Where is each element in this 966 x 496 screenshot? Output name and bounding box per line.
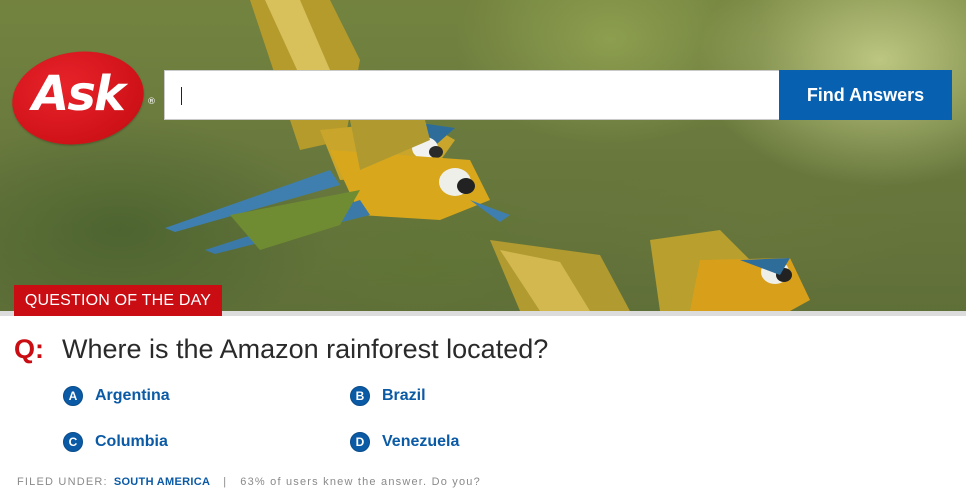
answer-option-a[interactable]: A Argentina (63, 386, 170, 406)
macaw-beak (457, 178, 475, 194)
answer-letter-badge: A (63, 386, 83, 406)
answer-option-b[interactable]: B Brazil (350, 386, 426, 406)
answer-option-d[interactable]: D Venezuela (350, 432, 459, 452)
answer-letter-badge: D (350, 432, 370, 452)
find-answers-button[interactable]: Find Answers (779, 70, 952, 120)
hero-image (0, 0, 966, 311)
search-input[interactable] (164, 70, 780, 120)
answer-letter-badge: B (350, 386, 370, 406)
question-text: Where is the Amazon rainforest located? (62, 334, 549, 364)
logo-text: Ask (32, 66, 126, 122)
answer-letter-badge: C (63, 432, 83, 452)
answer-stat-text: 63% of users knew the answer. Do you? (240, 476, 481, 488)
macaw-wingtip (470, 200, 510, 222)
answer-label[interactable]: Venezuela (382, 433, 459, 451)
answer-label[interactable]: Columbia (95, 433, 168, 451)
category-link[interactable]: SOUTH AMERICA (114, 476, 210, 488)
answer-label[interactable]: Brazil (382, 387, 426, 405)
registered-mark: ® (147, 97, 156, 107)
filed-under-label: FILED UNDER: (17, 476, 108, 488)
macaw-photo (165, 0, 810, 311)
question-prefix: Q: (14, 334, 44, 364)
answer-label[interactable]: Argentina (95, 387, 170, 405)
ask-logo[interactable]: Ask ® (6, 43, 156, 153)
macaw-beak (429, 146, 443, 158)
answer-option-c[interactable]: C Columbia (63, 432, 168, 452)
question-of-the-day-banner: QUESTION OF THE DAY (14, 285, 222, 316)
text-caret (181, 87, 182, 105)
macaw-body (690, 258, 810, 311)
footer-separator: | (223, 476, 228, 488)
question-footer: FILED UNDER: SOUTH AMERICA | 63% of user… (17, 476, 481, 488)
